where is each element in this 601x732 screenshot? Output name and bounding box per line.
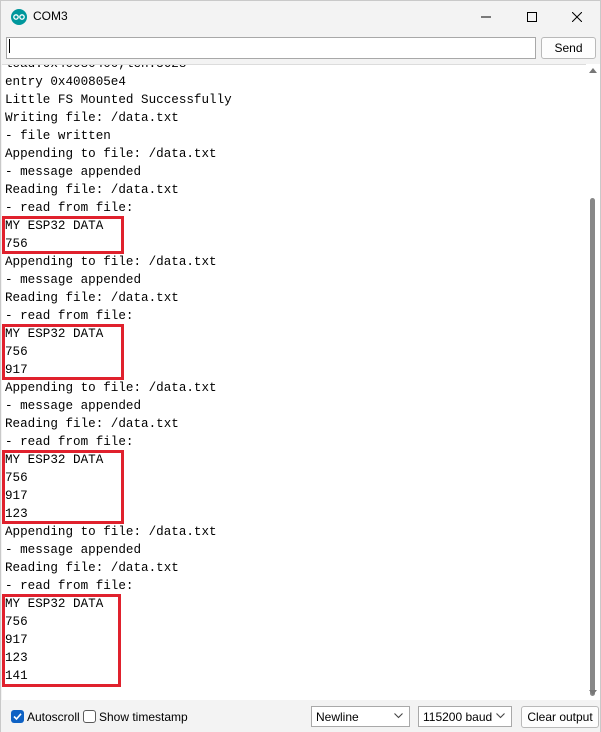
scroll-thumb[interactable]: [590, 198, 595, 696]
output-line: load:0x40080400,len:3628: [5, 64, 187, 71]
line-ending-select[interactable]: Newline: [311, 706, 410, 727]
output-line: Reading file: /data.txt: [5, 291, 179, 305]
maximize-icon: [527, 12, 537, 22]
output-line: Reading file: /data.txt: [5, 417, 179, 431]
window-title: COM3: [33, 9, 68, 23]
output-line: - message appended: [5, 165, 142, 179]
minimize-icon: [481, 16, 491, 18]
output-line: Appending to file: /data.txt: [5, 147, 217, 161]
output-line: - message appended: [5, 273, 142, 287]
timestamp-label: Show timestamp: [99, 710, 188, 724]
message-input[interactable]: [6, 37, 536, 59]
output-line: - read from file:: [5, 579, 134, 593]
autoscroll-checkbox[interactable]: [11, 710, 24, 723]
send-bar: Send: [1, 33, 600, 63]
arduino-icon: [11, 9, 27, 25]
output-line: Appending to file: /data.txt: [5, 255, 217, 269]
scroll-down-icon[interactable]: [589, 690, 597, 695]
checkmark-icon: [13, 713, 22, 721]
output-line: Reading file: /data.txt: [5, 183, 179, 197]
vertical-scrollbar[interactable]: [586, 64, 600, 700]
output-line: - message appended: [5, 543, 142, 557]
output-line: - read from file:: [5, 435, 134, 449]
maximize-button[interactable]: [509, 1, 555, 33]
close-icon: [572, 12, 582, 22]
minimize-button[interactable]: [463, 1, 509, 33]
clear-output-button[interactable]: Clear output: [521, 706, 599, 728]
close-button[interactable]: [554, 1, 600, 33]
baud-rate-value: 115200 baud: [423, 710, 493, 724]
output-line: - read from file:: [5, 201, 134, 215]
output-line: - message appended: [5, 399, 142, 413]
serial-output[interactable]: load:0x40080400,len:3628 entry 0x400805e4…: [2, 64, 586, 700]
autoscroll-label: Autoscroll: [27, 710, 80, 724]
output-line: Reading file: /data.txt: [5, 561, 179, 575]
highlight-box: [2, 324, 124, 380]
output-line: Appending to file: /data.txt: [5, 525, 217, 539]
line-ending-value: Newline: [316, 710, 359, 724]
text-caret: [9, 39, 10, 53]
title-bar: COM3: [1, 1, 600, 33]
highlight-box: [2, 450, 124, 524]
highlight-box: [2, 594, 121, 687]
timestamp-checkbox[interactable]: [83, 710, 96, 723]
output-line: - file written: [5, 129, 111, 143]
output-line: entry 0x400805e4: [5, 75, 126, 89]
scroll-up-icon[interactable]: [589, 68, 597, 73]
output-line: Writing file: /data.txt: [5, 111, 179, 125]
highlight-box: [2, 216, 124, 254]
baud-rate-select[interactable]: 115200 baud: [418, 706, 512, 727]
serial-monitor-window: COM3 Send load:0x40080400,len:3628 entry …: [0, 0, 601, 732]
status-bar: Autoscroll Show timestamp Newline 115200…: [1, 701, 600, 732]
output-line: Appending to file: /data.txt: [5, 381, 217, 395]
chevron-down-icon: [394, 713, 403, 719]
send-button[interactable]: Send: [541, 37, 596, 59]
output-line: - read from file:: [5, 309, 134, 323]
chevron-down-icon: [496, 713, 505, 719]
output-line: Little FS Mounted Successfully: [5, 93, 232, 107]
